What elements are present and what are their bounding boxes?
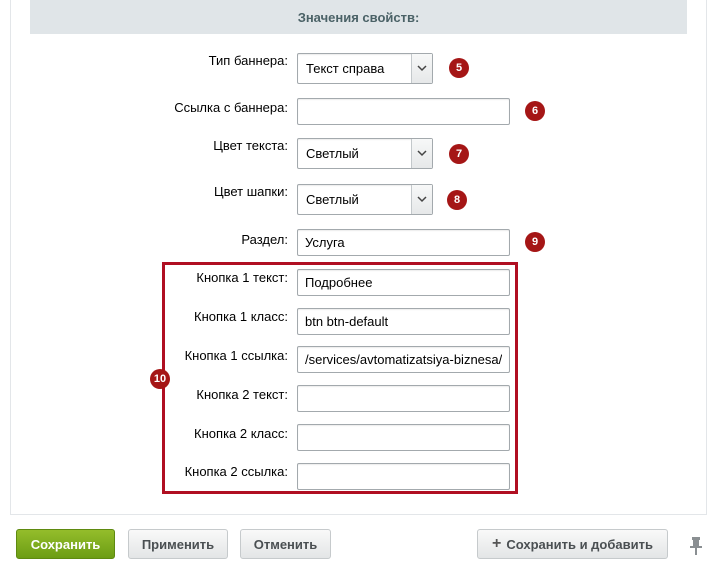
apply-button[interactable]: Применить xyxy=(128,529,228,559)
button1-class-input[interactable] xyxy=(297,308,510,335)
section-header: Значения свойств: xyxy=(30,0,687,34)
button1-text-input[interactable] xyxy=(297,269,510,296)
button2-class-input[interactable] xyxy=(297,424,510,451)
button2-link-input[interactable] xyxy=(297,463,510,490)
button1-class-label: Кнопка 1 класс: xyxy=(194,309,288,324)
pin-icon[interactable] xyxy=(689,536,703,556)
save-and-add-button[interactable]: + Сохранить и добавить xyxy=(477,529,668,559)
button-fields-group xyxy=(162,262,518,494)
section-field-input[interactable] xyxy=(297,229,510,256)
button1-link-input[interactable] xyxy=(297,346,510,373)
button2-text-label: Кнопка 2 текст: xyxy=(196,387,288,402)
text-color-label: Цвет текста: xyxy=(213,138,288,153)
button2-link-label: Кнопка 2 ссылка: xyxy=(184,464,288,479)
badge-10: 10 xyxy=(150,369,170,389)
badge-8: 8 xyxy=(447,190,467,210)
text-color-value: Светлый xyxy=(306,146,359,161)
header-color-label: Цвет шапки: xyxy=(213,184,288,199)
button2-text-input[interactable] xyxy=(297,385,510,412)
banner-type-label: Тип баннера: xyxy=(208,53,288,68)
chevron-down-icon[interactable] xyxy=(411,139,432,168)
banner-type-value: Текст справа xyxy=(306,61,385,76)
chevron-down-icon[interactable] xyxy=(411,54,432,83)
cancel-button[interactable]: Отменить xyxy=(240,529,331,559)
banner-link-input[interactable] xyxy=(297,98,510,125)
chevron-down-icon[interactable] xyxy=(411,185,432,214)
banner-type-select[interactable]: Текст справа xyxy=(297,53,433,84)
badge-7: 7 xyxy=(449,144,469,164)
button1-text-label: Кнопка 1 текст: xyxy=(196,270,288,285)
badge-6: 6 xyxy=(525,101,545,121)
section-field-label: Раздел: xyxy=(241,232,288,247)
save-button[interactable]: Сохранить xyxy=(16,529,115,559)
section-title: Значения свойств: xyxy=(297,9,420,25)
badge-5: 5 xyxy=(449,58,469,78)
header-color-value: Светлый xyxy=(306,192,359,207)
header-color-select[interactable]: Светлый xyxy=(297,184,433,215)
button2-class-label: Кнопка 2 класс: xyxy=(194,426,288,441)
plus-icon: + xyxy=(492,535,502,552)
text-color-select[interactable]: Светлый xyxy=(297,138,433,169)
button1-link-label: Кнопка 1 ссылка: xyxy=(184,348,288,363)
banner-link-label: Ссылка с баннера: xyxy=(174,100,288,115)
badge-9: 9 xyxy=(525,232,545,252)
save-and-add-label: Сохранить и добавить xyxy=(506,536,653,552)
